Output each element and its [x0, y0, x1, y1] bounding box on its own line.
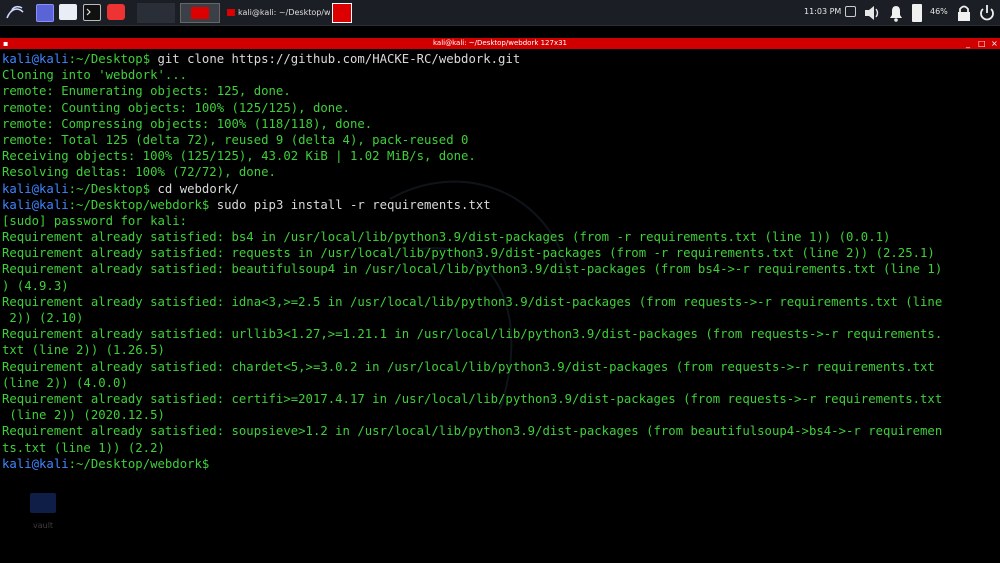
prompt-at: @	[31, 181, 40, 196]
output-line: Requirement already satisfied: bs4 in /u…	[2, 229, 942, 245]
output-line: Requirement already satisfied: urllib3<1…	[2, 326, 942, 342]
output-line: remote: Compressing objects: 100% (118/1…	[2, 116, 942, 132]
output-text: Requirement already satisfied: urllib3<1…	[2, 327, 943, 342]
output-line: txt (line 2)) (1.26.5)	[2, 342, 942, 358]
battery-icon[interactable]	[912, 4, 922, 22]
output-line: ) (4.9.3)	[2, 278, 942, 294]
output-text: (line 2)) (4.0.0)	[2, 375, 128, 390]
window-titlebar[interactable]: ▪ kali@kali: ~/Desktop/webdork 127x31 _ …	[0, 38, 1000, 49]
prompt-command: git clone https://github.com/HACKE-RC/we…	[157, 52, 521, 66]
output-line: (line 2)) (2020.12.5)	[2, 407, 942, 423]
terminal-lines: kali@kali:~/Desktop$ git clone https://g…	[2, 51, 942, 472]
window-title: kali@kali: ~/Desktop/webdork 127x31	[432, 39, 568, 47]
terminal-icon[interactable]	[83, 4, 101, 21]
output-text: (line 2)) (2020.12.5)	[2, 408, 165, 423]
prompt-host: kali	[39, 197, 69, 212]
output-line: Receiving objects: 100% (125/125), 43.02…	[2, 148, 942, 164]
maximize-button[interactable]: □	[978, 38, 986, 49]
output-text: Receiving objects: 100% (125/125), 43.02…	[2, 149, 476, 164]
output-line: Requirement already satisfied: requests …	[2, 245, 942, 261]
workspace-active[interactable]	[180, 3, 220, 23]
prompt-host: kali	[39, 181, 69, 196]
prompt-path: :~/Desktop/webdork$	[68, 456, 217, 471]
output-line: remote: Enumerating objects: 125, done.	[2, 83, 942, 99]
output-text: 2)) (2.10)	[2, 311, 84, 325]
output-line: Requirement already satisfied: chardet<5…	[2, 359, 942, 375]
lock-icon[interactable]	[956, 3, 972, 23]
output-text: Requirement already satisfied: idna<3,>=…	[2, 294, 943, 309]
workspace-icon[interactable]	[36, 4, 54, 22]
prompt-user: kali	[2, 456, 32, 471]
output-text: remote: Counting objects: 100% (125/125)…	[2, 100, 350, 115]
output-text: ts.txt (line 1)) (2.2)	[2, 440, 165, 455]
prompt-user: kali	[2, 197, 32, 212]
output-text: [sudo] password for kali:	[2, 213, 188, 228]
output-line: Requirement already satisfied: soupsieve…	[2, 423, 942, 439]
output-text: Cloning into 'webdork'...	[2, 68, 188, 83]
output-text: Requirement already satisfied: bs4 in /u…	[2, 230, 891, 245]
prompt-at: @	[31, 197, 40, 212]
desktop-folder-icon	[30, 493, 56, 513]
output-text: Resolving deltas: 100% (72/72), done.	[2, 165, 276, 180]
prompt-command: sudo pip3 install -r requirements.txt	[216, 197, 491, 212]
volume-icon[interactable]	[862, 3, 882, 23]
kali-menu-icon[interactable]	[4, 3, 26, 23]
prompt-line: kali@kali:~/Desktop/webdork$ sudo pip3 i…	[2, 197, 942, 213]
prompt-path: :~/Desktop$	[68, 52, 158, 66]
terminal-task-icon	[227, 9, 235, 16]
output-text: remote: Total 125 (delta 72), reused 9 (…	[2, 132, 469, 147]
output-line: remote: Total 125 (delta 72), reused 9 (…	[2, 132, 942, 148]
output-line: Cloning into 'webdork'...	[2, 67, 942, 83]
prompt-line: kali@kali:~/Desktop/webdork$	[2, 456, 942, 472]
prompt-line: kali@kali:~/Desktop$ cd webdork/	[2, 181, 942, 197]
output-line: (line 2)) (4.0.0)	[2, 375, 942, 391]
prompt-path: :~/Desktop$	[68, 181, 158, 196]
output-line: Requirement already satisfied: beautiful…	[2, 261, 942, 277]
battery-percent: 46%	[930, 7, 948, 16]
output-text: Requirement already satisfied: certifi>=…	[2, 391, 943, 406]
close-button[interactable]: ×	[991, 38, 998, 49]
prompt-user: kali	[2, 52, 32, 66]
prompt-at: @	[31, 456, 40, 471]
output-text: remote: Enumerating objects: 125, done.	[2, 84, 291, 99]
output-text: ) (4.9.3)	[2, 278, 69, 293]
output-text: Requirement already satisfied: requests …	[2, 246, 935, 261]
minimize-button[interactable]: _	[966, 38, 970, 49]
taskbar-window-title: kali@kali: ~/Desktop/we…	[238, 8, 330, 17]
desktop-folder-label: vault	[33, 521, 54, 530]
prompt-host: kali	[39, 456, 69, 471]
notification-icon[interactable]	[845, 6, 856, 17]
output-text: txt (line 2)) (1.26.5)	[2, 343, 165, 358]
taskbar-red-app-icon[interactable]	[332, 3, 352, 23]
prompt-command: cd webdork/	[157, 181, 239, 196]
output-text: Requirement already satisfied: soupsieve…	[2, 424, 943, 439]
output-line: 2)) (2.10)	[2, 310, 942, 326]
output-line: remote: Counting objects: 100% (125/125)…	[2, 100, 942, 116]
output-line: ts.txt (line 1)) (2.2)	[2, 440, 942, 456]
terminal-output[interactable]: vault kali@kali:~/Desktop$ git clone htt…	[0, 49, 1000, 563]
prompt-host: kali	[39, 52, 69, 66]
output-line: Requirement already satisfied: idna<3,>=…	[2, 294, 942, 310]
output-text: Requirement already satisfied: chardet<5…	[2, 359, 935, 374]
screen-recorder-icon[interactable]	[107, 4, 125, 20]
output-line: [sudo] password for kali:	[2, 213, 942, 229]
output-text: Requirement already satisfied: beautiful…	[2, 262, 943, 277]
bell-icon[interactable]	[886, 3, 906, 23]
file-manager-icon[interactable]	[59, 4, 77, 20]
power-icon[interactable]	[978, 3, 996, 23]
output-line: Resolving deltas: 100% (72/72), done.	[2, 164, 942, 180]
output-line: Requirement already satisfied: certifi>=…	[2, 391, 942, 407]
output-text: remote: Compressing objects: 100% (118/1…	[2, 116, 373, 131]
workspace-switcher[interactable]	[137, 3, 175, 23]
prompt-path: :~/Desktop/webdork$	[68, 197, 217, 212]
clock[interactable]: 11:03 PM	[804, 7, 841, 16]
prompt-at: @	[31, 52, 40, 66]
taskbar: kali@kali: ~/Desktop/we… 11:03 PM 46%	[0, 0, 1000, 26]
taskbar-window-item[interactable]: kali@kali: ~/Desktop/we…	[224, 3, 330, 23]
prompt-line: kali@kali:~/Desktop$ git clone https://g…	[2, 51, 942, 67]
prompt-user: kali	[2, 181, 32, 196]
